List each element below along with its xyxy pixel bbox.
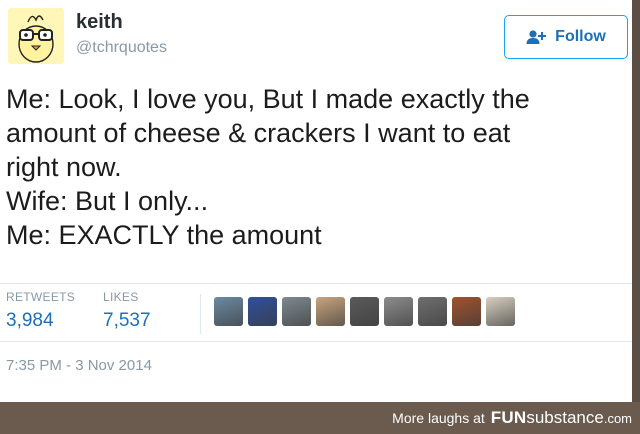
background-edge <box>632 0 640 402</box>
liker-avatar-5[interactable] <box>350 297 379 326</box>
footer-prefix: More laughs at <box>392 410 485 426</box>
footer-brand-substance: substance <box>526 408 604 427</box>
cartoon-chick-icon <box>8 8 64 64</box>
divider <box>0 283 632 284</box>
tweet-line: right now. <box>6 152 122 182</box>
tweet-line: amount of cheese & crackers I want to ea… <box>6 118 511 148</box>
liker-avatar-4[interactable] <box>316 297 345 326</box>
tweet-line: Me: Look, I love you, But I made exactly… <box>6 84 530 114</box>
likes-label: LIKES <box>103 290 139 304</box>
user-display-name[interactable]: keith <box>76 11 123 34</box>
divider <box>0 341 632 342</box>
liker-avatar-1[interactable] <box>214 297 243 326</box>
likes-count: 7,537 <box>103 310 151 331</box>
liker-avatar-6[interactable] <box>384 297 413 326</box>
retweets-count: 3,984 <box>6 310 54 331</box>
footer-brand-fun: FUN <box>490 408 527 427</box>
watermark-footer: More laughs at FUN substance .com <box>0 402 640 434</box>
user-handle[interactable]: @tchrquotes <box>76 39 167 57</box>
retweets-label: RETWEETS <box>6 290 76 304</box>
liker-avatar-2[interactable] <box>248 297 277 326</box>
liker-avatar-8[interactable] <box>452 297 481 326</box>
liker-avatar-7[interactable] <box>418 297 447 326</box>
tweet-line: Me: EXACTLY the amount <box>6 220 322 250</box>
tweet-card: keith @tchrquotes Follow Me: Look, I lov… <box>0 0 632 402</box>
retweets-stat[interactable]: RETWEETS 3,984 <box>6 290 75 332</box>
follow-button-label: Follow <box>555 28 606 45</box>
user-avatar[interactable] <box>8 8 64 64</box>
footer-brand-tld: .com <box>603 410 632 426</box>
tweet-text: Me: Look, I love you, But I made exactly… <box>6 82 626 252</box>
add-user-icon <box>526 30 547 44</box>
stats-divider <box>200 294 201 334</box>
tweet-line: Wife: But I only... <box>6 186 209 216</box>
liker-avatar-9[interactable] <box>486 297 515 326</box>
tweet-timestamp[interactable]: 7:35 PM - 3 Nov 2014 <box>6 357 152 374</box>
liker-avatar-3[interactable] <box>282 297 311 326</box>
likes-stat[interactable]: LIKES 7,537 <box>103 290 151 332</box>
follow-button[interactable]: Follow <box>504 15 628 59</box>
liker-avatars <box>214 297 515 326</box>
